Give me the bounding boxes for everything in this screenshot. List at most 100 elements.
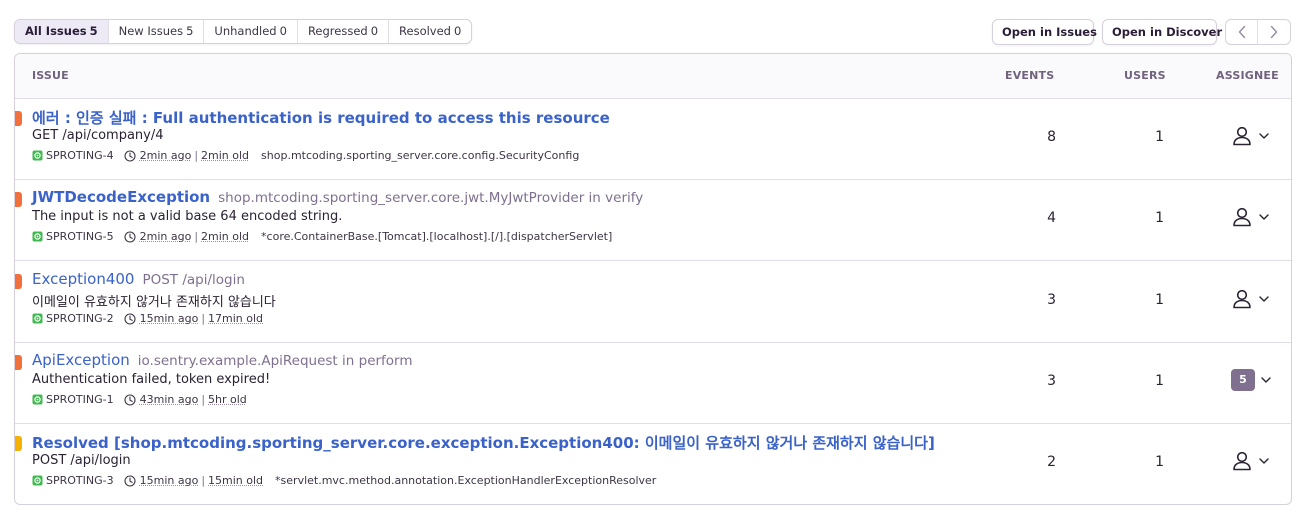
user-icon — [1233, 289, 1251, 309]
event-count: 4 — [1047, 210, 1056, 226]
assignee-selector[interactable] — [1231, 125, 1269, 147]
column-header-assignee: ASSIGNEE — [1216, 69, 1279, 82]
assignee-selector[interactable] — [1231, 288, 1269, 310]
issue-title-line: ApiException io.sentry.example.ApiRequest… — [32, 351, 413, 369]
issue-title-link[interactable]: Resolved [shop.mtcoding.sporting_server.… — [32, 434, 935, 452]
clock-icon — [124, 393, 136, 406]
project-icon — [32, 313, 43, 324]
last-seen[interactable]: 15min ago — [140, 474, 199, 487]
assignee-selector[interactable] — [1231, 206, 1269, 228]
tab-resolved[interactable]: Resolved 0 — [389, 20, 471, 43]
tab-label: All Issues — [25, 24, 87, 38]
project-icon — [32, 394, 43, 405]
issue-row[interactable]: ApiException io.sentry.example.ApiRequest… — [15, 343, 1291, 424]
issue-message: The input is not a valid base 64 encoded… — [32, 209, 343, 224]
level-indicator — [15, 111, 22, 126]
issue-meta: SPROTING-5 2min ago | 2min old *core.Con… — [32, 230, 612, 243]
last-seen[interactable]: 15min ago — [140, 312, 199, 325]
tab-count: 5 — [89, 24, 98, 38]
issue-location: shop.mtcoding.sporting_server.core.jwt.M… — [218, 190, 644, 206]
first-seen[interactable]: 2min old — [201, 149, 249, 162]
issue-meta: SPROTING-3 15min ago | 15min old *servle… — [32, 474, 656, 487]
pagination — [1225, 19, 1291, 45]
assignee-badge: 5 — [1231, 369, 1255, 391]
chevron-right-icon — [1270, 25, 1278, 39]
chevron-down-icon — [1259, 458, 1269, 464]
tab-count: 0 — [453, 24, 462, 38]
column-header-issue: ISSUE — [32, 69, 69, 82]
issue-location: io.sentry.example.ApiRequest in perform — [137, 353, 413, 369]
event-count: 3 — [1047, 292, 1056, 308]
first-seen[interactable]: 5hr old — [208, 393, 247, 406]
issue-short-id[interactable]: SPROTING-1 — [46, 393, 114, 406]
user-icon — [1233, 126, 1251, 146]
user-count: 1 — [1155, 210, 1164, 226]
chevron-down-icon — [1261, 377, 1271, 383]
next-page-button[interactable] — [1258, 20, 1290, 44]
tab-count: 5 — [186, 24, 194, 38]
last-seen[interactable]: 43min ago — [140, 393, 199, 406]
issue-message: Authentication failed, token expired! — [32, 372, 271, 387]
toolbar: All Issues 5 New Issues 5 Unhandled 0 Regre… — [14, 19, 1292, 45]
user-icon — [1233, 207, 1251, 227]
issue-culprit: *core.ContainerBase.[Tomcat].[localhost]… — [261, 230, 613, 243]
tab-new-issues[interactable]: New Issues 5 — [109, 20, 205, 43]
assignee-selector[interactable]: 5 — [1231, 369, 1271, 391]
issue-short-id[interactable]: SPROTING-5 — [46, 230, 114, 243]
project-icon — [32, 231, 43, 242]
issue-row[interactable]: JWTDecodeException shop.mtcoding.sporting… — [15, 180, 1291, 261]
clock-icon — [124, 474, 136, 487]
issue-message: POST /api/login — [32, 453, 131, 468]
meta-divider: | — [194, 230, 199, 243]
level-indicator — [15, 355, 22, 370]
issue-title-link[interactable]: JWTDecodeException — [32, 188, 210, 206]
user-count: 1 — [1155, 292, 1164, 308]
issue-title-line: Exception400 POST /api/login — [32, 270, 245, 288]
issue-row[interactable]: Resolved [shop.mtcoding.sporting_server.… — [15, 424, 1291, 504]
last-seen[interactable]: 2min ago — [140, 149, 192, 162]
issue-message: GET /api/company/4 — [32, 128, 164, 143]
event-count: 3 — [1047, 373, 1056, 389]
tab-all-issues[interactable]: All Issues 5 — [15, 20, 109, 43]
chevron-left-icon — [1238, 25, 1245, 39]
issue-title-link[interactable]: ApiException — [32, 351, 130, 369]
issue-short-id[interactable]: SPROTING-2 — [46, 312, 114, 325]
open-in-issues-button[interactable]: Open in Issues — [992, 19, 1097, 45]
issue-message: 이메일이 유효하지 않거나 존재하지 않습니다 — [32, 295, 276, 310]
issue-row[interactable]: Exception400 POST /api/login 이메일이 유효하지 않거… — [15, 262, 1291, 343]
meta-divider: | — [201, 393, 206, 406]
level-indicator — [15, 274, 22, 289]
clock-icon — [124, 312, 136, 325]
issue-title-link[interactable]: Exception400 — [32, 270, 134, 288]
tab-unhandled[interactable]: Unhandled 0 — [204, 20, 298, 43]
issue-title-link[interactable]: 에러 : 인증 실패 : Full authentication is requ… — [32, 109, 610, 127]
first-seen[interactable]: 2min old — [201, 230, 249, 243]
user-count: 1 — [1155, 454, 1164, 470]
issue-title-line: 에러 : 인증 실패 : Full authentication is requ… — [32, 107, 610, 128]
issue-meta: SPROTING-4 2min ago | 2min old shop.mtco… — [32, 149, 579, 162]
issue-short-id[interactable]: SPROTING-4 — [46, 149, 114, 162]
last-seen[interactable]: 2min ago — [140, 230, 192, 243]
tab-label: Resolved — [399, 24, 451, 38]
issue-culprit: shop.mtcoding.sporting_server.core.confi… — [261, 149, 580, 162]
meta-divider: | — [201, 474, 206, 487]
level-indicator — [15, 192, 22, 207]
issue-short-id[interactable]: SPROTING-3 — [46, 474, 114, 487]
level-indicator — [15, 436, 22, 451]
assignee-selector[interactable] — [1231, 450, 1269, 472]
issue-meta: SPROTING-2 15min ago | 17min old — [32, 312, 263, 325]
open-in-discover-button[interactable]: Open in Discover — [1102, 19, 1222, 45]
first-seen[interactable]: 15min old — [208, 474, 263, 487]
issue-location: POST /api/login — [142, 272, 245, 288]
issue-row[interactable]: 에러 : 인증 실패 : Full authentication is requ… — [15, 99, 1291, 180]
issue-title-line: JWTDecodeException shop.mtcoding.sporting… — [32, 188, 643, 206]
tab-regressed[interactable]: Regressed 0 — [298, 20, 390, 43]
first-seen[interactable]: 17min old — [208, 312, 263, 325]
table-header: ISSUE EVENTS USERS ASSIGNEE — [15, 54, 1291, 99]
issues-table: ISSUE EVENTS USERS ASSIGNEE 에러 : 인증 실패 :… — [14, 53, 1292, 505]
user-count: 1 — [1155, 129, 1164, 145]
project-icon — [32, 475, 43, 486]
tab-label: Regressed — [307, 24, 368, 38]
previous-page-button[interactable] — [1226, 20, 1259, 44]
tab-label: Unhandled — [214, 24, 277, 38]
